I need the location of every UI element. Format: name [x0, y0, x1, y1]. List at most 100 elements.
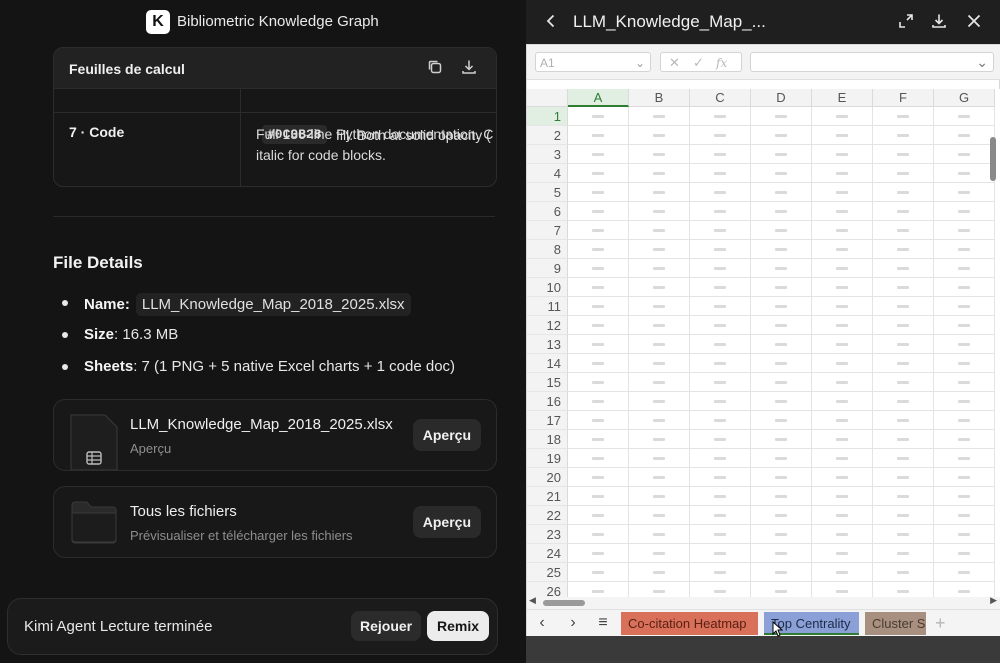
grid-cell[interactable]: [873, 506, 934, 525]
copy-icon[interactable]: [426, 58, 446, 78]
grid-cell[interactable]: [873, 525, 934, 544]
fullscreen-icon[interactable]: [897, 12, 917, 32]
grid-cell[interactable]: [812, 278, 873, 297]
grid-cell[interactable]: [934, 145, 995, 164]
next-sheet-icon[interactable]: ›: [564, 614, 582, 632]
grid-cell[interactable]: [873, 164, 934, 183]
grid-cell[interactable]: [812, 449, 873, 468]
grid-cell[interactable]: [812, 164, 873, 183]
grid-cell[interactable]: [751, 354, 812, 373]
grid-cell[interactable]: [690, 297, 751, 316]
column-header[interactable]: D: [751, 89, 812, 107]
grid-cell[interactable]: [690, 107, 751, 126]
row-header[interactable]: 2: [527, 126, 568, 145]
row-header[interactable]: 17: [527, 411, 568, 430]
row-header[interactable]: 15: [527, 373, 568, 392]
grid-cell[interactable]: [751, 221, 812, 240]
grid-cell[interactable]: [812, 392, 873, 411]
grid-cell[interactable]: [934, 221, 995, 240]
row-header[interactable]: 12: [527, 316, 568, 335]
grid-cell[interactable]: [873, 240, 934, 259]
grid-cell[interactable]: [934, 411, 995, 430]
grid-cell[interactable]: [873, 316, 934, 335]
grid-cell[interactable]: [751, 259, 812, 278]
grid-cell[interactable]: [751, 316, 812, 335]
grid-cell[interactable]: [629, 354, 690, 373]
grid-cell[interactable]: [812, 335, 873, 354]
grid-cell[interactable]: [873, 392, 934, 411]
grid-cell[interactable]: [690, 240, 751, 259]
grid-cell[interactable]: [568, 107, 629, 126]
grid-cell[interactable]: [568, 183, 629, 202]
grid-cell[interactable]: [690, 506, 751, 525]
row-header[interactable]: 7: [527, 221, 568, 240]
confirm-check-icon[interactable]: ✓: [693, 53, 704, 73]
all-files-preview-button[interactable]: Aperçu: [412, 506, 481, 538]
grid-cell[interactable]: [873, 297, 934, 316]
grid-cell[interactable]: [812, 487, 873, 506]
grid-cell[interactable]: [812, 506, 873, 525]
grid-cell[interactable]: [568, 335, 629, 354]
grid-cell[interactable]: [873, 487, 934, 506]
grid-cell[interactable]: [568, 221, 629, 240]
grid-cell[interactable]: [934, 468, 995, 487]
column-header[interactable]: E: [812, 89, 873, 107]
grid-cell[interactable]: [934, 354, 995, 373]
vertical-scroll-thumb[interactable]: [990, 137, 996, 181]
grid-cell[interactable]: [690, 259, 751, 278]
grid-cell[interactable]: [934, 487, 995, 506]
grid-cell[interactable]: [568, 449, 629, 468]
grid-cell[interactable]: [934, 392, 995, 411]
grid-cell[interactable]: [934, 278, 995, 297]
grid-cell[interactable]: [751, 487, 812, 506]
grid-cell[interactable]: [690, 202, 751, 221]
vertical-scrollbar[interactable]: [988, 89, 997, 599]
grid-cell[interactable]: [873, 145, 934, 164]
grid-cell[interactable]: [690, 164, 751, 183]
grid-cell[interactable]: [690, 563, 751, 582]
grid-cell[interactable]: [751, 164, 812, 183]
download-icon[interactable]: [930, 12, 950, 32]
grid-cell[interactable]: [751, 107, 812, 126]
grid-cell[interactable]: [751, 202, 812, 221]
column-header[interactable]: B: [629, 89, 690, 107]
grid-cell[interactable]: [812, 354, 873, 373]
row-header[interactable]: 24: [527, 544, 568, 563]
grid-cell[interactable]: [629, 335, 690, 354]
select-all-corner[interactable]: [527, 89, 568, 107]
row-header[interactable]: 1: [527, 107, 568, 126]
grid-cell[interactable]: [690, 468, 751, 487]
grid-cell[interactable]: [690, 316, 751, 335]
grid-cell[interactable]: [934, 297, 995, 316]
back-chevron-icon[interactable]: [542, 12, 562, 32]
grid-cell[interactable]: [690, 373, 751, 392]
grid-cell[interactable]: [629, 392, 690, 411]
grid-cell[interactable]: [873, 107, 934, 126]
grid-cell[interactable]: [690, 221, 751, 240]
grid-cell[interactable]: [690, 335, 751, 354]
grid-cell[interactable]: [568, 145, 629, 164]
grid-cell[interactable]: [934, 544, 995, 563]
grid-cell[interactable]: [873, 221, 934, 240]
grid-cell[interactable]: [568, 126, 629, 145]
grid-cell[interactable]: [629, 563, 690, 582]
grid-cell[interactable]: [751, 373, 812, 392]
grid-cell[interactable]: [690, 183, 751, 202]
grid-cell[interactable]: [812, 316, 873, 335]
grid-cell[interactable]: [629, 145, 690, 164]
sheet-list-icon[interactable]: ≡: [594, 614, 612, 632]
grid-cell[interactable]: [873, 373, 934, 392]
grid-cell[interactable]: [568, 392, 629, 411]
grid-cell[interactable]: [568, 297, 629, 316]
grid-cell[interactable]: [934, 335, 995, 354]
column-header[interactable]: A: [568, 89, 629, 107]
row-header[interactable]: 10: [527, 278, 568, 297]
grid-cell[interactable]: [629, 240, 690, 259]
grid-cell[interactable]: [690, 354, 751, 373]
grid-cell[interactable]: [568, 202, 629, 221]
row-header[interactable]: 16: [527, 392, 568, 411]
grid-cell[interactable]: [873, 544, 934, 563]
grid-cell[interactable]: [873, 411, 934, 430]
grid-cell[interactable]: [568, 259, 629, 278]
grid-cell[interactable]: [812, 297, 873, 316]
